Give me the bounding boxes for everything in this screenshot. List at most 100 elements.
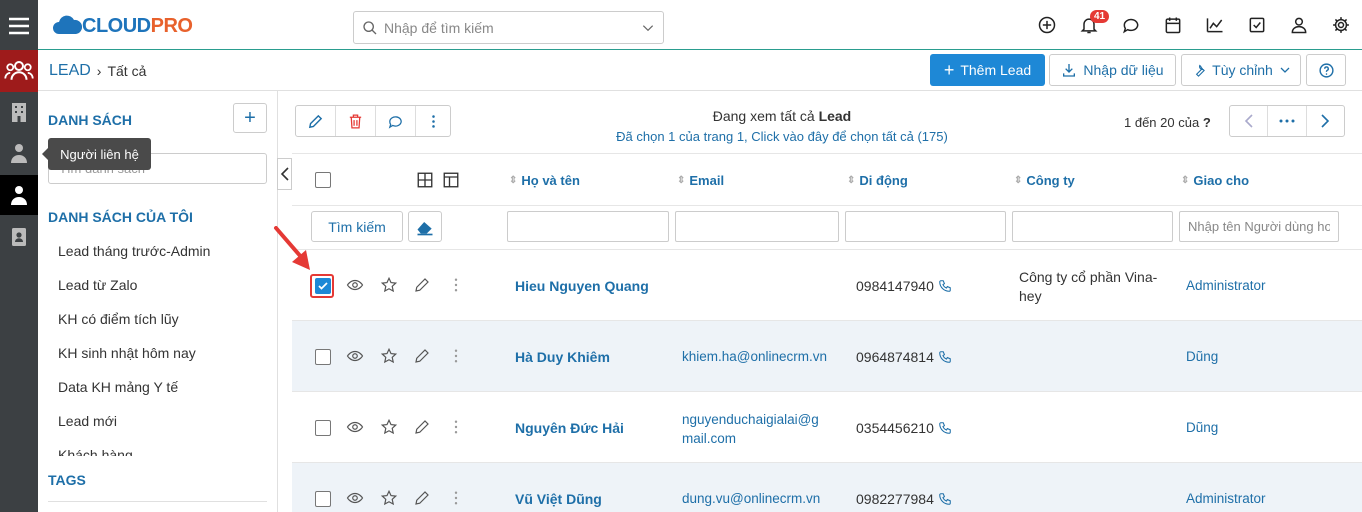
view-record-button[interactable] <box>345 346 365 366</box>
lead-name-link[interactable]: Vũ Việt Dũng <box>515 491 602 507</box>
edit-record-button[interactable] <box>412 417 432 437</box>
filter-mobile-input[interactable] <box>845 211 1006 242</box>
list-item[interactable]: Data KH mảng Y tế <box>58 370 268 404</box>
rail-item-contacts[interactable] <box>0 133 38 173</box>
top-icon-bar: 41 <box>1026 0 1362 50</box>
assigned-user-link[interactable]: Administrator <box>1186 278 1266 293</box>
view-record-button[interactable] <box>345 417 365 437</box>
view-record-button[interactable] <box>345 275 365 295</box>
import-data-button[interactable]: Nhập dữ liệu <box>1049 54 1176 86</box>
clear-filter-button[interactable] <box>408 211 442 242</box>
more-actions-button[interactable] <box>416 106 450 136</box>
list-item[interactable]: Khách hàng <box>58 438 268 456</box>
mass-edit-button[interactable] <box>296 106 336 136</box>
row-more-button[interactable] <box>446 488 466 508</box>
global-search[interactable] <box>353 11 664 44</box>
filter-email-input[interactable] <box>675 211 839 242</box>
edit-record-button[interactable] <box>412 488 432 508</box>
lead-name-link[interactable]: Hà Duy Khiêm <box>515 349 610 365</box>
notifications-button[interactable]: 41 <box>1068 0 1110 50</box>
row-more-button[interactable] <box>446 417 466 437</box>
mobile-cell[interactable]: 0964874814 <box>856 349 952 365</box>
page-jump-button[interactable] <box>1268 106 1307 136</box>
email-link[interactable]: nguyenduchaigialai@g mail.com <box>682 410 819 448</box>
breadcrumb-module[interactable]: LEAD <box>49 62 91 80</box>
column-header-name[interactable]: ⇕ Họ và tên <box>509 173 580 188</box>
add-list-button[interactable]: + <box>233 103 267 133</box>
profile-button[interactable] <box>1278 0 1320 50</box>
filter-company-input[interactable] <box>1012 211 1173 242</box>
chat-bubble-icon <box>1123 18 1139 34</box>
table-row[interactable]: Nguyên Đức Hải nguyenduchaigialai@g mail.… <box>292 391 1362 462</box>
star-button[interactable] <box>379 275 399 295</box>
list-item[interactable]: KH sinh nhật hôm nay <box>58 336 268 370</box>
menu-toggle-button[interactable] <box>0 6 38 46</box>
chevron-down-icon[interactable] <box>641 21 655 35</box>
edit-record-button[interactable] <box>412 346 432 366</box>
star-button[interactable] <box>379 488 399 508</box>
row-more-button[interactable] <box>446 346 466 366</box>
rail-item-users[interactable] <box>0 175 38 215</box>
star-icon <box>380 276 398 293</box>
mass-comment-button[interactable] <box>376 106 416 136</box>
total-count-button[interactable]: ? <box>1203 115 1211 130</box>
customize-button[interactable]: Tùy chỉnh <box>1181 54 1301 86</box>
assigned-user-link[interactable]: Administrator <box>1186 491 1266 506</box>
reports-button[interactable] <box>1194 0 1236 50</box>
assigned-user-link[interactable]: Dũng <box>1186 349 1218 364</box>
list-item[interactable]: Lead tháng trước-Admin <box>58 234 268 268</box>
filter-name-input[interactable] <box>507 211 669 242</box>
calendar-button[interactable] <box>1152 0 1194 50</box>
row-more-button[interactable] <box>446 275 466 295</box>
column-header-email[interactable]: ⇕ Email <box>677 173 724 188</box>
view-record-button[interactable] <box>345 488 365 508</box>
global-search-input[interactable] <box>384 19 641 36</box>
table-row[interactable]: Hà Duy Khiêm khiem.ha@onlinecrm.vn 09648… <box>292 320 1362 391</box>
mass-delete-button[interactable] <box>336 106 376 136</box>
previous-page-button[interactable] <box>1230 106 1269 136</box>
list-item[interactable]: Lead mới <box>58 404 268 438</box>
pager <box>1229 105 1345 137</box>
select-all-link[interactable]: Đã chọn 1 của trang 1, Click vào đây để … <box>552 129 1012 144</box>
add-lead-button[interactable]: + Thêm Lead <box>930 54 1045 86</box>
column-layout-icon[interactable] <box>442 171 460 189</box>
mobile-cell[interactable]: 0984147940 <box>856 278 952 294</box>
next-page-button[interactable] <box>1307 106 1344 136</box>
table-row[interactable]: Vũ Việt Dũng dung.vu@onlinecrm.vn 098227… <box>292 462 1362 512</box>
list-item[interactable]: Lead từ Zalo <box>58 268 268 302</box>
settings-button[interactable] <box>1320 0 1362 50</box>
row-checkbox[interactable] <box>315 349 331 365</box>
lead-name-link[interactable]: Nguyên Đức Hải <box>515 420 624 436</box>
mobile-cell[interactable]: 0354456210 <box>856 420 952 436</box>
filter-assigned-input[interactable] <box>1179 211 1339 242</box>
help-button[interactable] <box>1306 54 1346 86</box>
edit-record-button[interactable] <box>412 275 432 295</box>
eye-icon <box>346 350 364 362</box>
select-all-checkbox[interactable] <box>315 172 331 188</box>
collapse-sidebar-button[interactable] <box>277 158 292 190</box>
rail-item-documents[interactable] <box>0 217 38 257</box>
column-header-mobile[interactable]: ⇕ Di động <box>847 173 908 188</box>
mobile-cell[interactable]: 0982277984 <box>856 491 952 507</box>
assigned-user-link[interactable]: Dũng <box>1186 420 1218 435</box>
chat-button[interactable] <box>1110 0 1152 50</box>
list-item[interactable]: KH có điểm tích lũy <box>58 302 268 336</box>
filter-search-button[interactable]: Tìm kiếm <box>311 211 403 242</box>
row-checkbox[interactable] <box>315 420 331 436</box>
tasks-button[interactable] <box>1236 0 1278 50</box>
email-link[interactable]: dung.vu@onlinecrm.vn <box>682 491 820 506</box>
grid-view-icon[interactable] <box>416 171 434 189</box>
row-checkbox[interactable] <box>315 491 331 507</box>
column-header-company[interactable]: ⇕ Công ty <box>1014 173 1075 188</box>
lead-name-link[interactable]: Hieu Nguyen Quang <box>515 278 649 294</box>
star-button[interactable] <box>379 417 399 437</box>
eraser-icon <box>417 221 433 235</box>
table-row[interactable]: Hieu Nguyen Quang 0984147940 Công ty cổ … <box>292 249 1362 320</box>
star-button[interactable] <box>379 346 399 366</box>
email-link[interactable]: khiem.ha@onlinecrm.vn <box>682 349 827 364</box>
rail-item-organizations[interactable] <box>0 92 38 132</box>
app-logo[interactable]: CLOUDPRO <box>52 10 193 42</box>
rail-item-leads[interactable] <box>0 50 38 92</box>
column-header-assigned[interactable]: ⇕ Giao cho <box>1181 173 1249 188</box>
quick-create-button[interactable] <box>1026 0 1068 50</box>
